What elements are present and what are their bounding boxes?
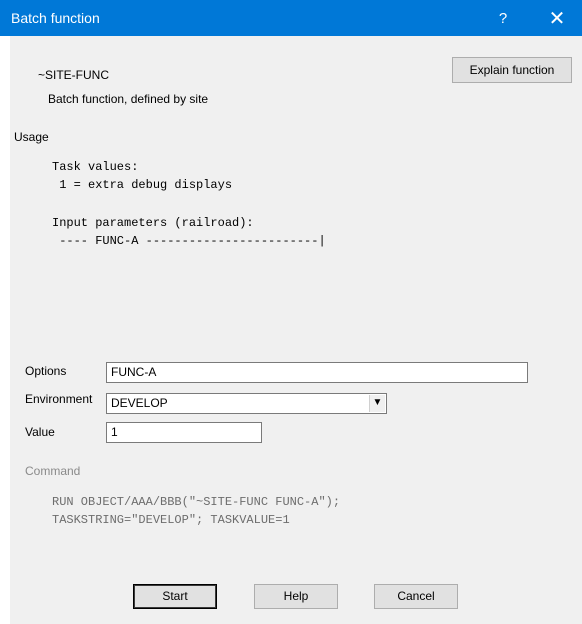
title-bar[interactable]: Batch function ? ✕: [0, 0, 582, 36]
start-button[interactable]: Start: [133, 584, 217, 609]
help-button[interactable]: Help: [254, 584, 338, 609]
dropdown-arrow-icon[interactable]: ▼: [369, 395, 385, 412]
value-input[interactable]: 1: [106, 422, 262, 443]
function-name: ~SITE-FUNC: [38, 68, 110, 82]
close-icon[interactable]: ✕: [542, 6, 572, 32]
window-border: [0, 36, 10, 624]
usage-line: Input parameters (railroad):: [52, 216, 254, 230]
usage-line: 1 = extra debug displays: [52, 178, 233, 192]
usage-heading: Usage: [14, 130, 49, 144]
options-label: Options: [25, 364, 67, 378]
cancel-button[interactable]: Cancel: [374, 584, 458, 609]
environment-select[interactable]: DEVELOP ▼: [106, 393, 387, 414]
help-question-icon[interactable]: ?: [490, 8, 516, 30]
command-line: RUN OBJECT/AAA/BBB("~SITE-FUNC FUNC-A");: [52, 495, 341, 509]
command-heading: Command: [25, 464, 81, 478]
explain-function-button[interactable]: Explain function: [452, 57, 572, 83]
usage-line: ---- FUNC-A ------------------------|: [52, 234, 326, 248]
dialog-body: ~SITE-FUNC Batch function, defined by si…: [10, 36, 582, 624]
function-description: Batch function, defined by site: [48, 92, 209, 106]
usage-line: Task values:: [52, 160, 139, 174]
environment-label: Environment: [25, 392, 93, 406]
options-input[interactable]: FUNC-A: [106, 362, 528, 383]
window-title: Batch function: [11, 10, 100, 26]
command-line: TASKSTRING="DEVELOP"; TASKVALUE=1: [52, 513, 290, 527]
batch-function-dialog: Batch function ? ✕ ~SITE-FUNC Batch func…: [0, 0, 582, 624]
value-label: Value: [25, 425, 55, 439]
environment-selected-value: DEVELOP: [111, 396, 168, 410]
